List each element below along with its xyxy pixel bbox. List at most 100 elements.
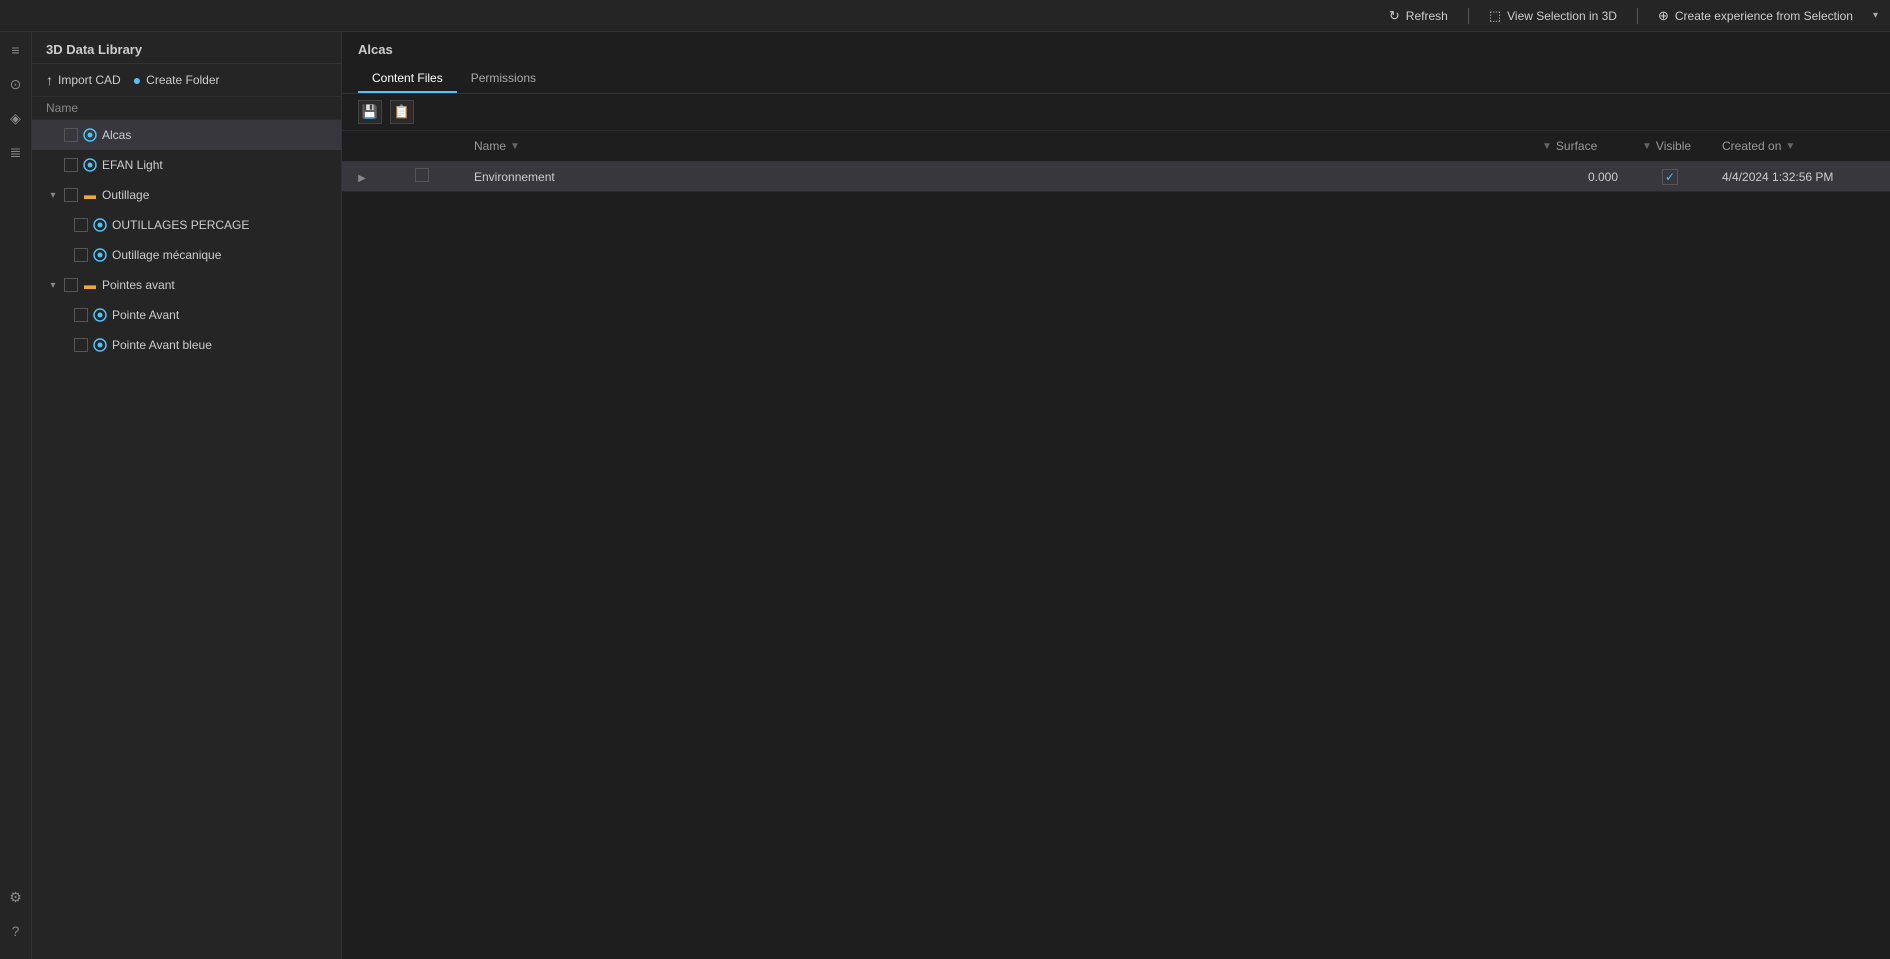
tree-expand-pointe-avant[interactable] (56, 308, 70, 322)
save-icon: 💾 (362, 104, 378, 120)
rail-icon-menu[interactable]: ≡ (6, 40, 26, 60)
tree-icon-pointe-avant-bleue (92, 337, 108, 353)
rail-icon-help[interactable]: ? (6, 921, 26, 941)
tree-expand-efan-light[interactable] (46, 158, 60, 172)
tree-label-efan-light: EFAN Light (102, 158, 335, 172)
tree-label-pointe-avant-bleue: Pointe Avant bleue (112, 338, 335, 352)
right-header: Alcas Content FilesPermissions (342, 32, 1890, 94)
tree-expand-pointes-avant[interactable]: ▾ (46, 278, 60, 292)
tree-expand-alcas[interactable] (46, 128, 60, 142)
tree-header: Name (32, 97, 341, 120)
copy-button[interactable]: 📋 (390, 100, 414, 124)
tree-label-pointes-avant: Pointes avant (102, 278, 335, 292)
content-area: 💾 📋 Name ▼ (342, 94, 1890, 959)
tree-item-pointe-avant[interactable]: Pointe Avant (32, 300, 341, 330)
tree-label-pointe-avant: Pointe Avant (112, 308, 335, 322)
th-created-filter-icon[interactable]: ▼ (1785, 141, 1795, 152)
row-created-environnement: 4/4/2024 1:32:56 PM (1710, 162, 1890, 192)
tree-checkbox-efan-light[interactable] (64, 158, 78, 172)
row-name-environnement: Environnement (462, 162, 1530, 192)
rail-icon-settings[interactable]: ⚙ (6, 887, 26, 907)
tree-item-outillages-percage[interactable]: OUTILLAGES PERCAGE (32, 210, 341, 240)
tree-label-outillage: Outillage (102, 188, 335, 202)
view-selection-icon: ⬚ (1489, 8, 1501, 24)
row-visible-environnement[interactable]: ✓ (1630, 162, 1710, 192)
th-created-label: Created on (1722, 139, 1781, 153)
tab-permissions[interactable]: Permissions (457, 65, 550, 93)
tree-checkbox-pointe-avant-bleue[interactable] (74, 338, 88, 352)
data-table: Name ▼ ▼ Surface (342, 131, 1890, 192)
tree-checkbox-outillage-mecanique[interactable] (74, 248, 88, 262)
create-experience-dropdown-icon[interactable]: ▾ (1873, 10, 1878, 21)
rail-icon-orbit[interactable]: ⊙ (6, 74, 26, 94)
th-surface-filter-icon[interactable]: ▼ (1542, 141, 1552, 152)
view-selection-action[interactable]: ⬚ View Selection in 3D (1489, 8, 1617, 24)
top-bar-divider-2 (1637, 8, 1638, 24)
import-cad-label: Import CAD (58, 73, 121, 87)
refresh-action[interactable]: ↻ Refresh (1389, 8, 1448, 24)
th-name: Name ▼ (462, 131, 1530, 162)
create-folder-icon: ● (133, 72, 141, 88)
right-panel-title: Alcas (358, 42, 1874, 57)
tab-content-files[interactable]: Content Files (358, 65, 457, 93)
row-expand-environnement[interactable]: ▶ (342, 162, 382, 192)
row-checkbox-environnement[interactable] (415, 168, 429, 182)
tree-item-efan-light[interactable]: EFAN Light (32, 150, 341, 180)
main-layout: ≡ ⊙ ◈ ≣ ⚙ ? 3D Data Library ↑ Import CAD… (0, 32, 1890, 959)
row-expand-arrow-environnement[interactable]: ▶ (358, 173, 366, 184)
create-folder-label: Create Folder (146, 73, 219, 87)
tree-item-outillage[interactable]: ▾▬Outillage (32, 180, 341, 210)
create-folder-button[interactable]: ● Create Folder (133, 72, 220, 88)
th-name-filter-icon[interactable]: ▼ (510, 141, 520, 152)
table-header-row: Name ▼ ▼ Surface (342, 131, 1890, 162)
th-visible: ▼ Visible (1630, 131, 1710, 162)
copy-icon: 📋 (394, 104, 410, 120)
name-column-label: Name (46, 101, 78, 115)
top-bar: ↻ Refresh ⬚ View Selection in 3D ⊕ Creat… (0, 0, 1890, 32)
tree-item-pointes-avant[interactable]: ▾ ▬ Pointes avant (32, 270, 341, 300)
view-selection-label: View Selection in 3D (1507, 9, 1617, 23)
tree-icon-pointe-avant (92, 307, 108, 323)
tree-checkbox-outillages-percage[interactable] (74, 218, 88, 232)
tree-label-outillage-mecanique: Outillage mécanique (112, 248, 335, 262)
table-row-environnement[interactable]: ▶Environnement0.000✓4/4/2024 1:32:56 PM (342, 162, 1890, 192)
tree-expand-pointe-avant-bleue[interactable] (56, 338, 70, 352)
refresh-label: Refresh (1406, 9, 1448, 23)
tree-item-alcas[interactable]: Alcas (32, 120, 341, 150)
th-visible-label: Visible (1656, 139, 1691, 153)
tree-item-pointe-avant-bleue[interactable]: Pointe Avant bleue (32, 330, 341, 360)
tree-checkbox-alcas[interactable] (64, 128, 78, 142)
tree-icon-alcas (82, 127, 98, 143)
th-visible-filter-icon[interactable]: ▼ (1642, 141, 1652, 152)
table-wrapper: Name ▼ ▼ Surface (342, 131, 1890, 959)
tree-expand-outillage-mecanique[interactable] (56, 248, 70, 262)
th-surface: ▼ Surface (1530, 131, 1630, 162)
tree-icon-outillages-percage (92, 217, 108, 233)
refresh-icon: ↻ (1389, 8, 1400, 24)
save-button[interactable]: 💾 (358, 100, 382, 124)
tree-icon-efan-light (82, 157, 98, 173)
tree-checkbox-outillage[interactable] (64, 188, 78, 202)
tree-expand-outillages-percage[interactable] (56, 218, 70, 232)
tree-checkbox-pointes-avant[interactable] (64, 278, 78, 292)
import-cad-button[interactable]: ↑ Import CAD (46, 72, 121, 88)
tree-icon-pointes-avant: ▬ (82, 277, 98, 293)
tree-checkbox-pointe-avant[interactable] (74, 308, 88, 322)
tree-item-outillage-mecanique[interactable]: Outillage mécanique (32, 240, 341, 270)
table-body: ▶Environnement0.000✓4/4/2024 1:32:56 PM (342, 162, 1890, 192)
tree-expand-outillage[interactable]: ▾ (46, 188, 60, 202)
tree-icon-outillage-mecanique (92, 247, 108, 263)
import-cad-icon: ↑ (46, 72, 53, 88)
th-created: Created on ▼ (1710, 131, 1890, 162)
create-experience-action[interactable]: ⊕ Create experience from Selection (1658, 8, 1853, 24)
th-surface-label: Surface (1556, 139, 1597, 153)
rail-icon-diamond[interactable]: ◈ (6, 108, 26, 128)
rail-icon-list[interactable]: ≣ (6, 142, 26, 162)
th-expand (342, 131, 382, 162)
create-experience-icon: ⊕ (1658, 8, 1669, 24)
th-name-label: Name (474, 139, 506, 153)
th-select (382, 131, 462, 162)
visible-check-environnement[interactable]: ✓ (1662, 169, 1678, 185)
left-toolbar: ↑ Import CAD ● Create Folder (32, 64, 341, 97)
rail-bottom: ⚙ ? (6, 887, 26, 951)
